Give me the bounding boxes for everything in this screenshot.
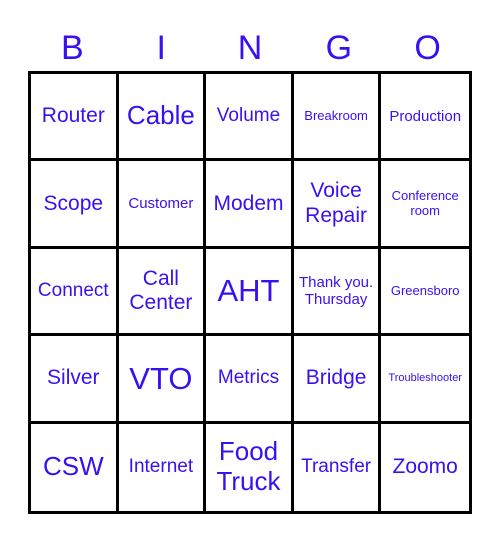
- bingo-cell[interactable]: Greensboro: [381, 249, 469, 337]
- bingo-cell[interactable]: Router: [31, 74, 119, 162]
- bingo-cell[interactable]: Connect: [31, 248, 119, 337]
- header-letter-b: B: [61, 28, 84, 67]
- bingo-header: B I N G O: [28, 26, 472, 70]
- bingo-card-grid: Router Cable Volume Breakroom Production…: [28, 71, 472, 514]
- header-letter-g: G: [325, 28, 353, 67]
- bingo-cell[interactable]: CSW: [31, 423, 119, 511]
- header-letter-n: N: [237, 28, 263, 67]
- bingo-cell[interactable]: Breakroom: [293, 74, 382, 162]
- bingo-cell[interactable]: Call Center: [118, 248, 207, 337]
- bingo-cell[interactable]: Zoomo: [381, 424, 469, 511]
- bingo-cell[interactable]: Scope: [31, 161, 119, 249]
- bingo-cell[interactable]: Volume: [206, 74, 294, 162]
- header-letter-o: O: [414, 28, 441, 67]
- bingo-cell[interactable]: Metrics: [206, 336, 294, 424]
- bingo-cell[interactable]: Food Truck: [206, 423, 294, 511]
- bingo-cell[interactable]: Cable: [118, 74, 207, 162]
- bingo-cell[interactable]: Bridge: [293, 336, 382, 424]
- bingo-cell[interactable]: Production: [381, 74, 469, 162]
- bingo-cell[interactable]: Thank you. Thursday: [293, 248, 382, 337]
- bingo-cell[interactable]: Internet: [119, 423, 207, 511]
- bingo-cell[interactable]: Troubleshooter: [381, 336, 469, 424]
- bingo-cell[interactable]: Silver: [31, 336, 119, 424]
- bingo-cell[interactable]: Voice Repair: [293, 161, 382, 249]
- bingo-cell[interactable]: Customer: [118, 161, 207, 249]
- bingo-cell[interactable]: AHT: [206, 248, 294, 337]
- bingo-cell[interactable]: VTO: [118, 336, 207, 424]
- bingo-cell[interactable]: Transfer: [294, 423, 382, 511]
- bingo-cell[interactable]: Modem: [206, 161, 294, 249]
- header-letter-i: I: [156, 28, 166, 67]
- bingo-cell[interactable]: Conference room: [381, 161, 469, 249]
